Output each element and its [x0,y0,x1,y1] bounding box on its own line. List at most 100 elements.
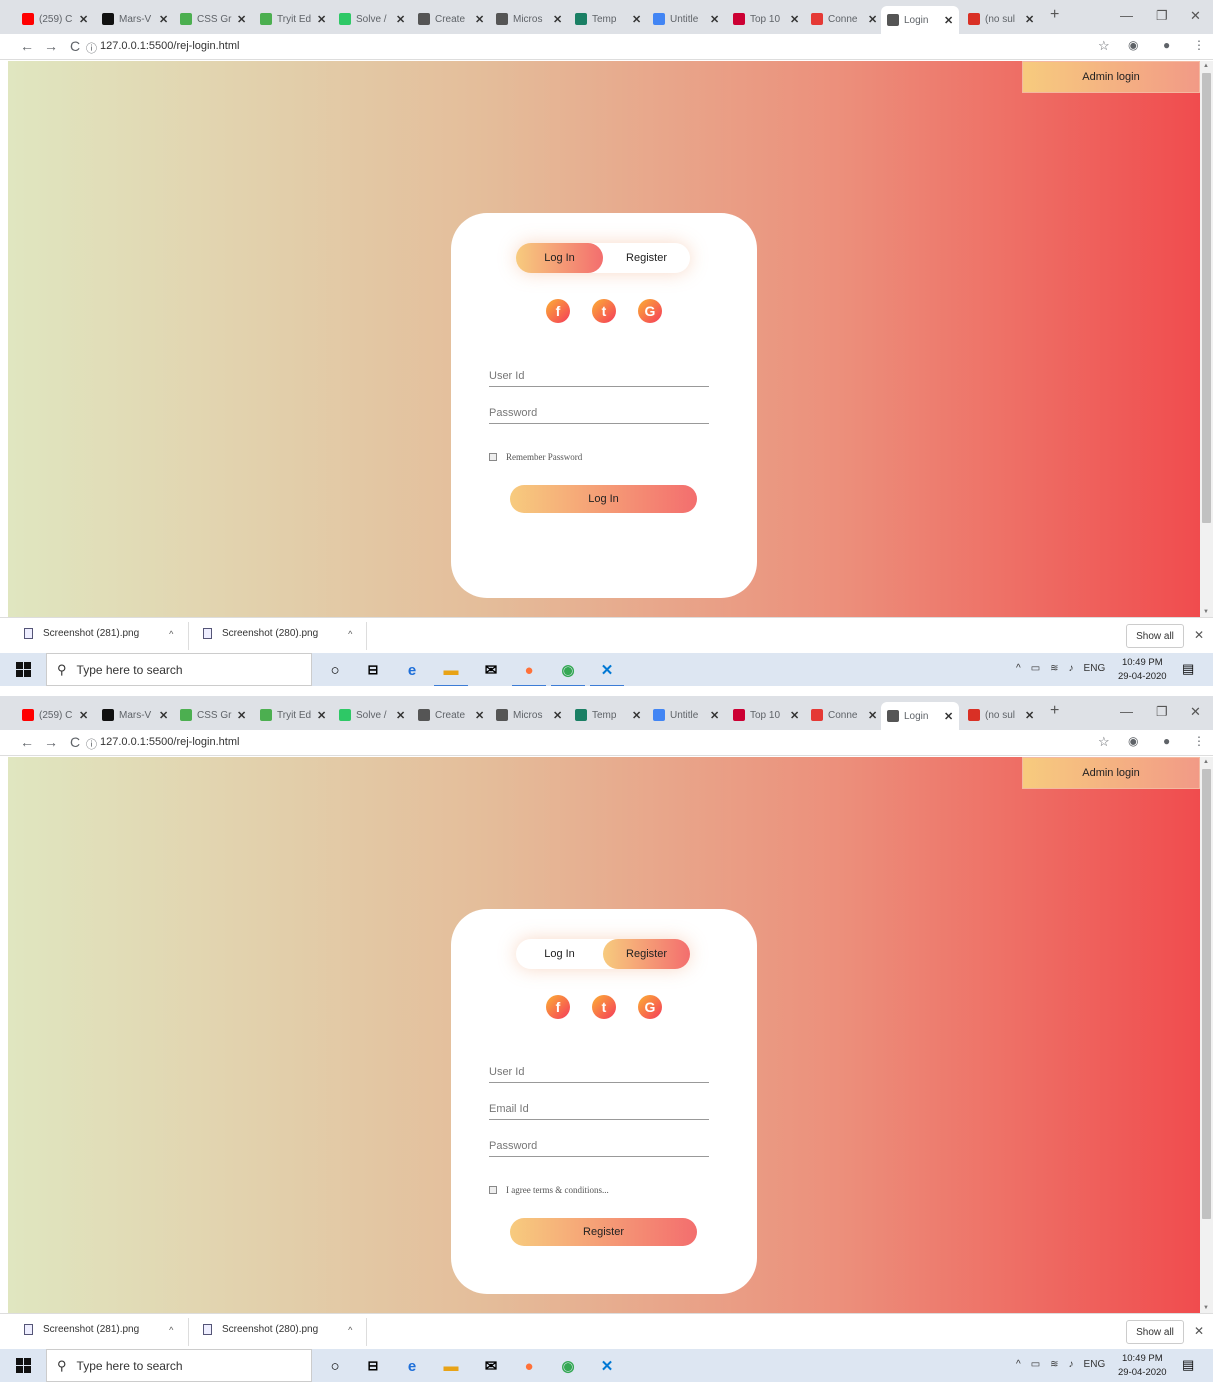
register-submit-button[interactable]: Register [510,1218,697,1246]
chrome-icon[interactable]: ◉ [557,1355,579,1377]
browser-tab[interactable]: Mars-V ✕ [102,6,168,32]
chevron-up-icon[interactable]: ^ [1016,1359,1021,1370]
close-icon[interactable]: ✕ [1194,628,1204,642]
login-submit-button[interactable]: Log In [510,485,697,513]
close-tab-icon[interactable]: ✕ [475,13,484,26]
chevron-up-icon[interactable]: ^ [348,629,352,639]
close-tab-icon[interactable]: ✕ [944,710,953,723]
task-view-icon[interactable]: ⊟ [362,659,384,681]
download-item[interactable]: Screenshot (281).png ^ [24,628,173,639]
wifi-icon[interactable]: ≋ [1050,663,1058,674]
tab-register[interactable]: Register [603,939,690,969]
reload-icon[interactable]: C [70,734,80,750]
info-icon[interactable]: ⓘ [86,736,97,752]
remember-password-checkbox[interactable] [489,453,497,461]
close-tab-icon[interactable]: ✕ [710,709,719,722]
taskbar-search[interactable]: ⚲ Type here to search [46,653,312,686]
browser-tab[interactable]: Login ✕ [881,6,960,34]
forward-arrow-icon[interactable]: → [44,734,58,750]
password-input[interactable] [489,407,709,419]
chevron-up-icon[interactable]: ^ [1016,663,1021,674]
close-tab-icon[interactable]: ✕ [396,13,405,26]
cortana-icon[interactable]: ○ [324,659,346,681]
close-tab-icon[interactable]: ✕ [237,709,246,722]
show-all-button[interactable]: Show all [1126,1320,1184,1344]
url-text[interactable]: 127.0.0.1:5500/rej-login.html [100,736,239,748]
minimize-icon[interactable]: — [1120,704,1133,719]
browser-tab[interactable]: Tryit Ed ✕ [260,702,326,728]
firefox-icon[interactable]: ● [512,659,546,686]
bookmark-star-icon[interactable]: ☆ [1098,734,1110,750]
browser-tab[interactable]: Untitle ✕ [653,702,719,728]
new-tab-button[interactable]: + [1050,702,1059,720]
extension-icon[interactable]: ◉ [1128,734,1138,748]
vscode-icon[interactable]: ✕ [590,659,624,686]
close-tab-icon[interactable]: ✕ [79,13,88,26]
twitter-icon[interactable]: t [592,995,616,1019]
restore-icon[interactable]: ❐ [1156,8,1168,24]
info-icon[interactable]: ⓘ [86,40,97,56]
admin-login-button[interactable]: Admin login [1022,757,1200,789]
browser-tab[interactable]: Solve / ✕ [339,6,405,32]
user-id-input[interactable] [489,370,709,382]
password-input[interactable] [489,1140,709,1152]
language-indicator[interactable]: ENG [1084,1359,1106,1370]
admin-login-button[interactable]: Admin login [1022,61,1200,93]
close-tab-icon[interactable]: ✕ [475,709,484,722]
browser-tab[interactable]: (259) C ✕ [22,6,88,32]
url-text[interactable]: 127.0.0.1:5500/rej-login.html [100,40,239,52]
email-input[interactable] [489,1103,709,1115]
battery-icon[interactable]: ▭ [1031,1359,1040,1370]
close-tab-icon[interactable]: ✕ [159,709,168,722]
show-all-button[interactable]: Show all [1126,624,1184,648]
restore-icon[interactable]: ❐ [1156,704,1168,720]
close-tab-icon[interactable]: ✕ [790,13,799,26]
browser-tab[interactable]: Micros ✕ [496,6,562,32]
menu-kebab-icon[interactable]: ⋮ [1193,38,1205,52]
tab-login[interactable]: Log In [516,243,603,273]
minimize-icon[interactable]: — [1120,8,1133,23]
facebook-icon[interactable]: f [546,299,570,323]
file-explorer-icon[interactable]: ▬ [440,1355,462,1377]
google-icon[interactable]: G [638,995,662,1019]
close-tab-icon[interactable]: ✕ [1025,13,1034,26]
browser-tab[interactable]: Top 10 ✕ [733,702,799,728]
reload-icon[interactable]: C [70,38,80,54]
language-indicator[interactable]: ENG [1084,663,1106,674]
browser-tab[interactable]: (259) C ✕ [22,702,88,728]
browser-tab[interactable]: Temp ✕ [575,702,641,728]
battery-icon[interactable]: ▭ [1031,663,1040,674]
twitter-icon[interactable]: t [592,299,616,323]
download-item[interactable]: Screenshot (280).png ^ [203,628,352,639]
browser-tab[interactable]: Solve / ✕ [339,702,405,728]
extension-icon[interactable]: ◉ [1128,38,1138,52]
close-window-icon[interactable]: ✕ [1190,8,1201,24]
clock[interactable]: 10:49 PM 29-04-2020 [1118,656,1167,684]
taskbar-search[interactable]: ⚲ Type here to search [46,1349,312,1382]
vertical-scrollbar[interactable]: ▲ ▼ [1200,757,1213,1313]
wifi-icon[interactable]: ≋ [1050,1359,1058,1370]
close-tab-icon[interactable]: ✕ [632,13,641,26]
firefox-icon[interactable]: ● [518,1355,540,1377]
browser-tab[interactable]: (no sul ✕ [968,702,1034,728]
browser-tab[interactable]: Untitle ✕ [653,6,719,32]
close-tab-icon[interactable]: ✕ [553,13,562,26]
chevron-up-icon[interactable]: ^ [348,1325,352,1335]
browser-tab[interactable]: CSS Gr ✕ [180,6,246,32]
browser-tab[interactable]: Create ✕ [418,702,484,728]
close-tab-icon[interactable]: ✕ [317,709,326,722]
notification-icon[interactable]: ▤ [1182,661,1194,677]
close-tab-icon[interactable]: ✕ [553,709,562,722]
browser-tab[interactable]: CSS Gr ✕ [180,702,246,728]
chevron-up-icon[interactable]: ^ [169,629,173,639]
close-tab-icon[interactable]: ✕ [396,709,405,722]
close-tab-icon[interactable]: ✕ [317,13,326,26]
file-explorer-icon[interactable]: ▬ [434,659,468,686]
tab-login[interactable]: Log In [516,939,603,969]
cortana-icon[interactable]: ○ [324,1355,346,1377]
facebook-icon[interactable]: f [546,995,570,1019]
google-icon[interactable]: G [638,299,662,323]
task-view-icon[interactable]: ⊟ [362,1355,384,1377]
edge-icon[interactable]: e [401,659,423,681]
mail-icon[interactable]: ✉ [480,659,502,681]
